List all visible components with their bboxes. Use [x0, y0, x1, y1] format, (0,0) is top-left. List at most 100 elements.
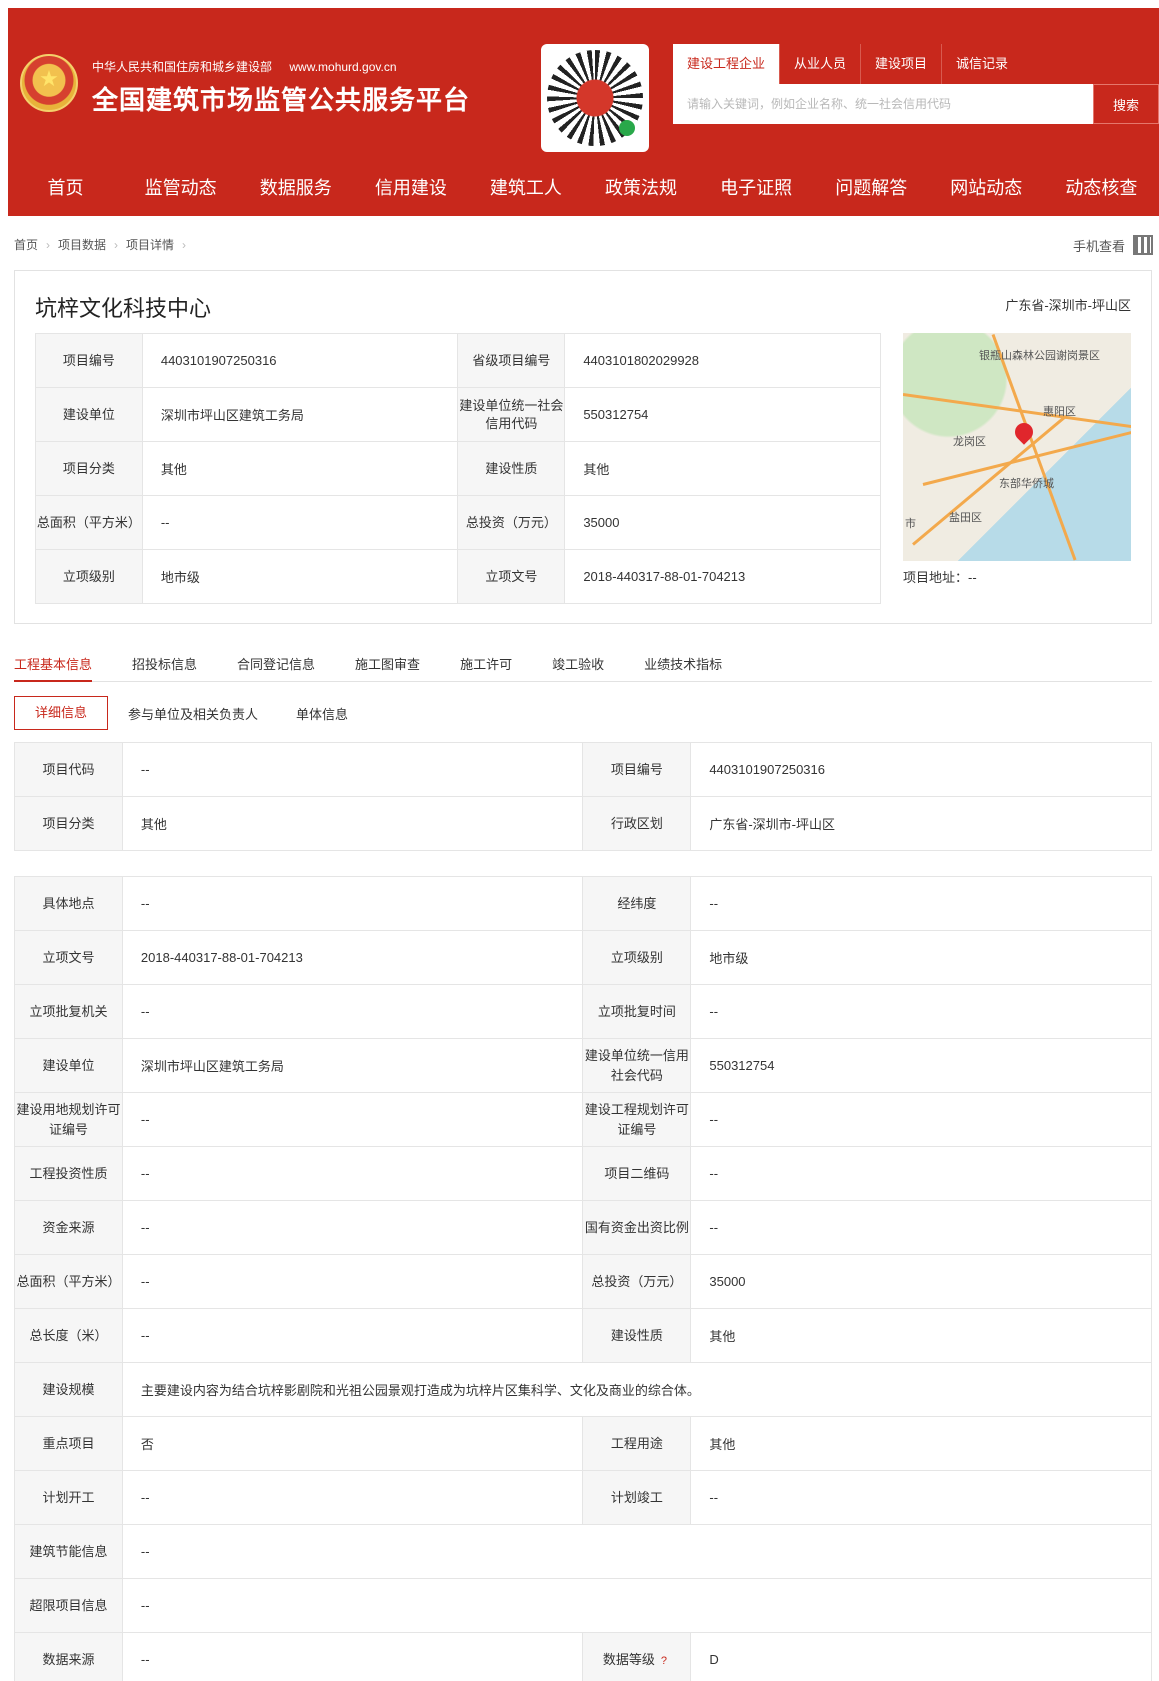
field-label: 工程用途	[582, 1416, 692, 1471]
nav-workers[interactable]: 建筑工人	[468, 160, 583, 216]
breadcrumb-home[interactable]: 首页	[14, 238, 38, 252]
breadcrumb-project-data[interactable]: 项目数据	[58, 238, 106, 252]
field-value: --	[121, 1200, 584, 1255]
table-row: 总面积（平方米） -- 总投资（万元） 35000	[35, 495, 881, 550]
subtab-participants[interactable]: 参与单位及相关负责人	[128, 704, 258, 723]
field-value: 35000	[690, 1254, 1152, 1309]
table-row: 建设用地规划许可证编号 -- 建设工程规划许可证编号 --	[14, 1092, 1152, 1147]
field-value: 2018-440317-88-01-704213	[121, 930, 584, 985]
table-row: 建设规模 主要建设内容为结合坑梓影剧院和光祖公园景观打造成为坑梓片区集科学、文化及…	[14, 1362, 1153, 1417]
sub-tabs: 详细信息 参与单位及相关负责人 单体信息	[14, 696, 386, 730]
search-tabs: 建设工程企业 从业人员 建设项目 诚信记录	[673, 44, 1159, 84]
field-value: --	[141, 495, 459, 550]
field-label: 数据来源	[14, 1632, 123, 1681]
field-label: 建设规模	[14, 1362, 123, 1417]
search-tab-personnel[interactable]: 从业人员	[779, 44, 860, 84]
field-value: --	[121, 1578, 1153, 1633]
nav-policy[interactable]: 政策法规	[583, 160, 698, 216]
field-value: --	[690, 984, 1152, 1039]
field-label: 计划开工	[14, 1470, 123, 1525]
field-value: --	[121, 1092, 584, 1147]
table-row: 资金来源 -- 国有资金出资比例 --	[14, 1200, 1152, 1255]
field-value: 其他	[690, 1416, 1152, 1471]
field-value: 4403101802029928	[564, 333, 881, 388]
field-label: 立项文号	[14, 930, 123, 985]
project-address: 项目地址：--	[903, 567, 977, 586]
nav-faq[interactable]: 问题解答	[814, 160, 929, 216]
tab-completion[interactable]: 竣工验收	[552, 648, 604, 682]
info-tabs: 工程基本信息 招投标信息 合同登记信息 施工图审查 施工许可 竣工验收 业绩技术…	[14, 648, 1152, 682]
tab-drawing-review[interactable]: 施工图审查	[355, 648, 420, 682]
project-region: 广东省-深圳市-坪山区	[1005, 298, 1131, 313]
field-value: --	[121, 1470, 584, 1525]
project-info-table: 项目编号 4403101907250316 省级项目编号 44031018020…	[35, 333, 881, 604]
field-value: --	[121, 1146, 584, 1201]
table-row: 项目代码 -- 项目编号 4403101907250316	[14, 742, 1152, 797]
table-row: 项目编号 4403101907250316 省级项目编号 44031018020…	[35, 333, 881, 388]
nav-site-news[interactable]: 网站动态	[929, 160, 1044, 216]
mobile-view-link[interactable]: 手机查看	[1073, 235, 1153, 255]
field-label: 立项级别	[582, 930, 692, 985]
nav-credit[interactable]: 信用建设	[353, 160, 468, 216]
field-value: 550312754	[690, 1038, 1152, 1093]
nav-e-license[interactable]: 电子证照	[699, 160, 814, 216]
field-label: 数据等级?	[582, 1632, 692, 1681]
subtab-details[interactable]: 详细信息	[14, 696, 108, 730]
field-label: 建设单位统一信用社会代码	[582, 1038, 692, 1093]
field-value: 其他	[141, 441, 459, 496]
field-label: 建设工程规划许可证编号	[582, 1092, 692, 1147]
field-value: --	[690, 1092, 1152, 1147]
nav-dynamic-check[interactable]: 动态核查	[1044, 160, 1159, 216]
search-input[interactable]	[673, 84, 1093, 124]
field-value: --	[121, 742, 584, 797]
map-label: 东部华侨城	[999, 478, 1054, 490]
field-value: 4403101907250316	[690, 742, 1152, 797]
field-label: 立项批复机关	[14, 984, 123, 1039]
field-label: 重点项目	[14, 1416, 123, 1471]
tab-construction-permit[interactable]: 施工许可	[460, 648, 512, 682]
nav-home[interactable]: 首页	[8, 160, 123, 216]
nav-regulation-news[interactable]: 监管动态	[123, 160, 238, 216]
detail-table-top: 项目代码 -- 项目编号 4403101907250316 项目分类 其他 行政区划 广东省-…	[14, 742, 1152, 851]
breadcrumb-project-detail: 项目详情	[126, 238, 175, 252]
table-row: 总长度（米） -- 建设性质 其他	[14, 1308, 1152, 1363]
field-value: 2018-440317-88-01-704213	[564, 549, 881, 604]
field-value: 深圳市坪山区建筑工务局	[121, 1038, 584, 1093]
tab-bidding[interactable]: 招投标信息	[132, 648, 197, 682]
tab-basic-info[interactable]: 工程基本信息	[14, 648, 93, 682]
field-label: 建设单位统一社会信用代码	[457, 387, 566, 442]
field-value: --	[121, 1254, 584, 1309]
field-label: 立项级别	[35, 549, 143, 604]
location-map[interactable]: 银瓶山森林公园谢岗景区 惠阳区 龙岗区 东部华侨城 盐田区 市	[903, 333, 1131, 561]
field-value: 广东省-深圳市-坪山区	[690, 796, 1152, 851]
search-tab-enterprise[interactable]: 建设工程企业	[673, 44, 780, 84]
subtab-units[interactable]: 单体信息	[296, 704, 348, 723]
help-icon[interactable]: ?	[657, 1654, 671, 1668]
qr-code-icon	[547, 50, 643, 146]
field-label: 省级项目编号	[457, 333, 566, 388]
ministry-name: 中华人民共和国住房和城乡建设部	[92, 60, 273, 74]
field-label: 行政区划	[582, 796, 692, 851]
field-label: 国有资金出资比例	[582, 1200, 692, 1255]
nav-data-services[interactable]: 数据服务	[238, 160, 353, 216]
field-label: 项目二维码	[582, 1146, 692, 1201]
search-button[interactable]: 搜索	[1093, 84, 1159, 124]
field-label: 建设性质	[457, 441, 566, 496]
field-value: 否	[121, 1416, 584, 1471]
national-emblem-icon	[20, 54, 78, 112]
field-value: --	[121, 876, 584, 931]
tab-performance[interactable]: 业绩技术指标	[644, 648, 722, 682]
tab-contract[interactable]: 合同登记信息	[237, 648, 315, 682]
ministry-url[interactable]: www.mohurd.gov.cn	[289, 60, 396, 74]
search-tab-credit[interactable]: 诚信记录	[941, 44, 1022, 84]
table-row: 超限项目信息 --	[14, 1578, 1153, 1633]
field-label: 总面积（平方米）	[35, 495, 143, 550]
field-label: 总投资（万元）	[582, 1254, 692, 1309]
map-label: 惠阳区	[1043, 406, 1076, 418]
field-value: --	[121, 984, 584, 1039]
field-label: 具体地点	[14, 876, 123, 931]
search-tab-project[interactable]: 建设项目	[860, 44, 941, 84]
field-label: 立项文号	[457, 549, 566, 604]
field-label: 计划竣工	[582, 1470, 692, 1525]
chevron-right-icon: ›	[46, 238, 51, 252]
